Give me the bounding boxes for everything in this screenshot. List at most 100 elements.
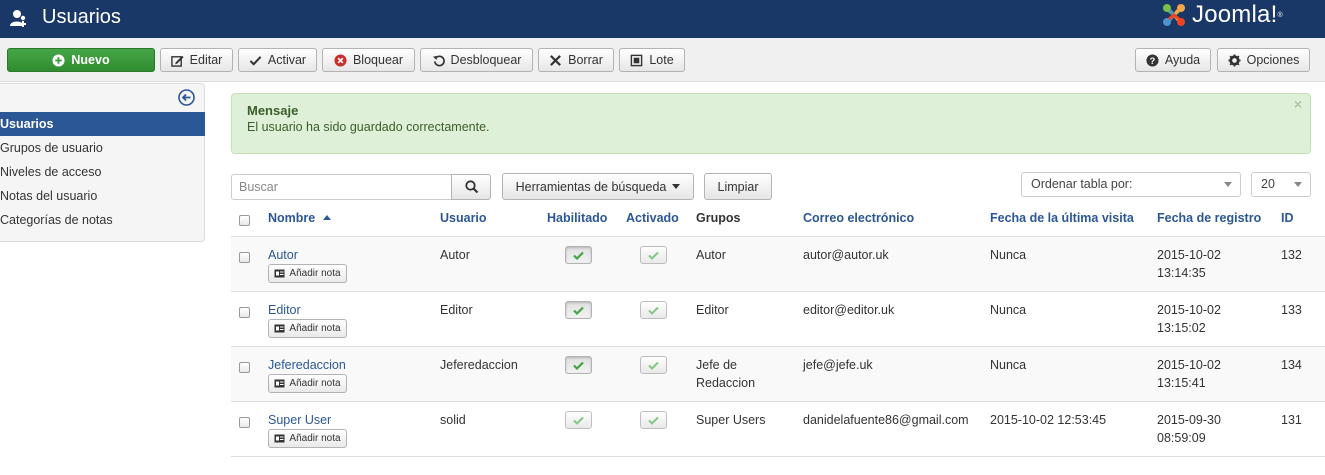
block-button[interactable]: Bloquear <box>322 48 415 72</box>
enabled-toggle[interactable] <box>565 301 592 319</box>
unblock-button[interactable]: Desbloquear <box>420 48 533 72</box>
row-checkbox[interactable] <box>239 362 250 373</box>
enabled-toggle[interactable] <box>565 411 592 429</box>
note-icon <box>274 269 285 278</box>
help-button-label: Ayuda <box>1164 53 1201 67</box>
last-visit-cell: Nunca <box>990 303 1027 317</box>
new-button[interactable]: Nuevo <box>7 48 155 72</box>
column-header-username[interactable]: Usuario <box>440 211 487 225</box>
last-visit-cell: Nunca <box>990 248 1027 262</box>
user-name-link[interactable]: Super User <box>268 411 331 429</box>
search-tools-button[interactable]: Herramientas de búsqueda <box>502 173 694 200</box>
email-cell: editor@editor.uk <box>803 303 895 317</box>
activated-toggle[interactable] <box>640 356 667 374</box>
note-icon <box>274 324 285 333</box>
email-cell: jefe@jefe.uk <box>803 358 873 372</box>
alert-close-button[interactable]: × <box>1294 96 1302 112</box>
check-icon <box>648 306 659 315</box>
joomla-logo: Joomla! ® <box>1160 0 1283 30</box>
options-button[interactable]: Opciones <box>1217 48 1310 72</box>
column-header-name-label: Nombre <box>268 211 316 225</box>
email-cell: autor@autor.uk <box>803 248 889 262</box>
new-button-label: Nuevo <box>71 53 110 67</box>
groups-cell: Editor <box>696 301 729 319</box>
user-name-link[interactable]: Autor <box>268 246 298 264</box>
unblock-button-label: Desbloquear <box>450 53 522 67</box>
registered-date: 2015-10-02 <box>1157 248 1221 262</box>
email-cell: danidelafuente86@gmail.com <box>803 413 969 427</box>
search-icon <box>465 180 479 194</box>
registered-time: 13:15:02 <box>1157 321 1206 335</box>
help-icon: ? <box>1146 53 1159 67</box>
activated-toggle[interactable] <box>640 301 667 319</box>
column-header-id[interactable]: ID <box>1281 211 1294 225</box>
registered-date: 2015-09-30 <box>1157 413 1221 427</box>
sidebar-item-note-categories[interactable]: Categorías de notas <box>0 208 205 232</box>
row-checkbox[interactable] <box>239 417 250 428</box>
add-note-button[interactable]: Añadir nota <box>268 319 347 338</box>
add-note-label: Añadir nota <box>289 268 341 279</box>
registered-cell: 2015-10-02 13:14:35 <box>1157 246 1221 282</box>
select-all-checkbox[interactable] <box>239 215 250 226</box>
activate-button[interactable]: Activar <box>238 48 317 72</box>
batch-button[interactable]: Lote <box>619 48 685 72</box>
groups-line-1: Jefe de <box>696 358 738 372</box>
groups-cell: Super Users <box>696 411 765 429</box>
svg-text:?: ? <box>1150 55 1156 65</box>
row-checkbox[interactable] <box>239 252 250 263</box>
registered-cell: 2015-10-02 13:15:02 <box>1157 301 1221 337</box>
sort-table-select[interactable]: Ordenar tabla por: <box>1021 172 1241 197</box>
alert-message: El usuario ha sido guardado correctament… <box>247 120 490 134</box>
users-icon <box>10 10 26 27</box>
help-button[interactable]: ? Ayuda <box>1135 48 1211 72</box>
id-cell: 133 <box>1281 303 1302 317</box>
column-header-enabled[interactable]: Habilitado <box>547 211 607 225</box>
delete-button-label: Borrar <box>568 53 603 67</box>
column-header-registered[interactable]: Fecha de registro <box>1157 211 1261 225</box>
list-limit-select[interactable]: 20 <box>1251 172 1311 197</box>
column-header-activated[interactable]: Activado <box>626 211 679 225</box>
sidebar-item-user-groups[interactable]: Grupos de usuario <box>0 136 205 160</box>
plus-circle-icon <box>52 53 65 67</box>
user-name-link[interactable]: Jeferedaccion <box>268 356 346 374</box>
groups-cell: Autor <box>696 246 726 264</box>
activate-button-label: Activar <box>267 53 307 67</box>
enabled-toggle[interactable] <box>565 246 592 264</box>
sidebar-item-user-notes[interactable]: Notas del usuario <box>0 184 205 208</box>
search-input[interactable] <box>231 174 452 200</box>
groups-cell: Jefe de Redaccion <box>696 356 755 392</box>
edit-button[interactable]: Editar <box>160 48 233 72</box>
sidebar: Usuarios Grupos de usuario Niveles de ac… <box>0 83 205 242</box>
registered-time: 13:15:41 <box>1157 376 1206 390</box>
groups-line-2: Redaccion <box>696 376 756 390</box>
list-limit-value: 20 <box>1261 177 1275 191</box>
enabled-toggle[interactable] <box>565 356 592 374</box>
id-cell: 131 <box>1281 413 1302 427</box>
activated-toggle[interactable] <box>640 246 667 264</box>
joomla-logo-text: Joomla! <box>1192 1 1278 28</box>
column-header-email[interactable]: Correo electrónico <box>803 211 914 225</box>
block-icon <box>334 53 347 67</box>
search-button[interactable] <box>451 174 491 200</box>
note-icon <box>274 434 285 443</box>
sidebar-item-access-levels[interactable]: Niveles de acceso <box>0 160 205 184</box>
registered-time: 13:14:35 <box>1157 266 1206 280</box>
user-name-link[interactable]: Editor <box>268 301 301 319</box>
delete-button[interactable]: Borrar <box>538 48 614 72</box>
column-header-name[interactable]: Nombre <box>268 211 331 225</box>
sort-table-value: Ordenar tabla por: <box>1031 177 1133 191</box>
column-header-last-visit[interactable]: Fecha de la última visita <box>990 211 1134 225</box>
id-cell: 132 <box>1281 248 1302 262</box>
add-note-button[interactable]: Añadir nota <box>268 264 347 283</box>
row-checkbox[interactable] <box>239 307 250 318</box>
clear-button[interactable]: Limpiar <box>704 173 772 200</box>
check-icon <box>648 251 659 260</box>
sidebar-item-users[interactable]: Usuarios <box>0 112 205 136</box>
username-cell: solid <box>440 413 466 427</box>
activated-toggle[interactable] <box>640 411 667 429</box>
username-cell: Autor <box>440 248 470 262</box>
undo-icon <box>432 55 445 66</box>
collapse-sidebar-icon[interactable] <box>178 89 195 106</box>
add-note-button[interactable]: Añadir nota <box>268 429 347 448</box>
add-note-button[interactable]: Añadir nota <box>268 374 347 393</box>
